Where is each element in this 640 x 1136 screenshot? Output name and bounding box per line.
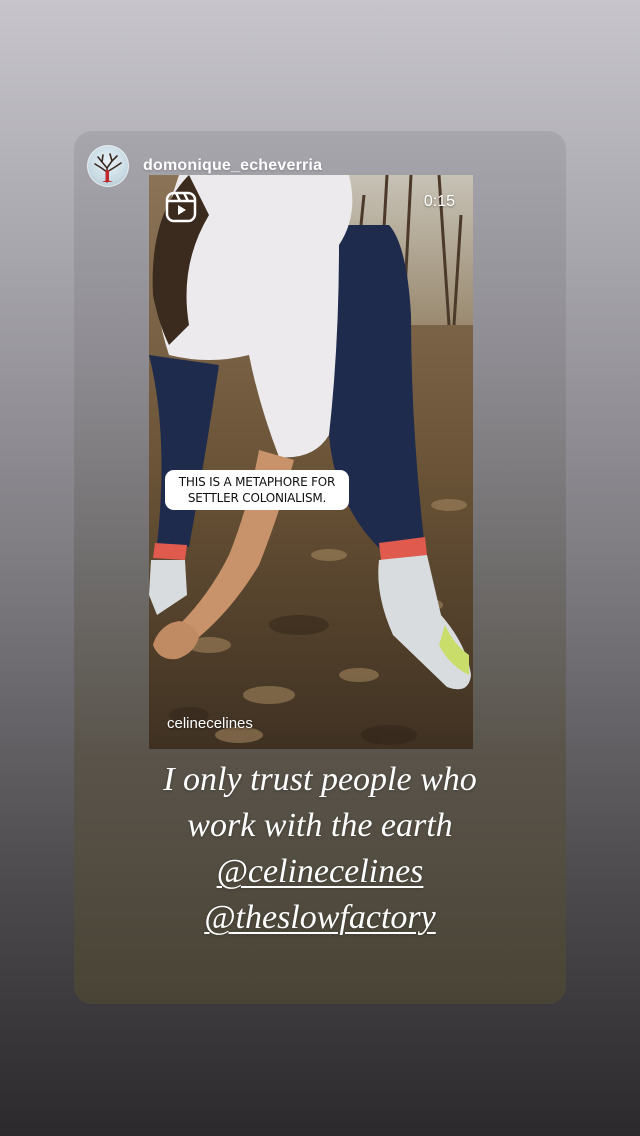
caption-line-1: THIS IS A METAPHORE FOR — [178, 475, 336, 489]
reel-video[interactable]: 0:15 THIS IS A METAPHORE FOR SETTLER COL… — [149, 175, 473, 749]
reels-icon[interactable] — [165, 191, 197, 223]
tree-avatar-icon[interactable] — [87, 145, 129, 187]
caption-line-2: SETTLER COLONIALISM. — [187, 491, 327, 505]
mention-theslowfactory[interactable]: @theslowfactory — [204, 899, 435, 936]
reel-scene-image — [149, 175, 473, 749]
caption-sticker: THIS IS A METAPHORE FOR SETTLER COLONIAL… — [165, 470, 349, 510]
story-text-overlay: I only trust people who work with the ea… — [74, 757, 566, 941]
story-username[interactable]: domonique_echeverria — [143, 157, 322, 175]
reel-author-handle[interactable]: celinecelines — [167, 715, 253, 732]
story-text-line-2: work with the earth — [187, 807, 453, 844]
story-card[interactable]: domonique_echeverria 0:15 THIS IS A META… — [74, 131, 566, 1004]
mention-celinecelines[interactable]: @celinecelines — [217, 853, 424, 890]
story-text-line-1: I only trust people who — [163, 761, 477, 798]
video-timer: 0:15 — [423, 193, 455, 210]
